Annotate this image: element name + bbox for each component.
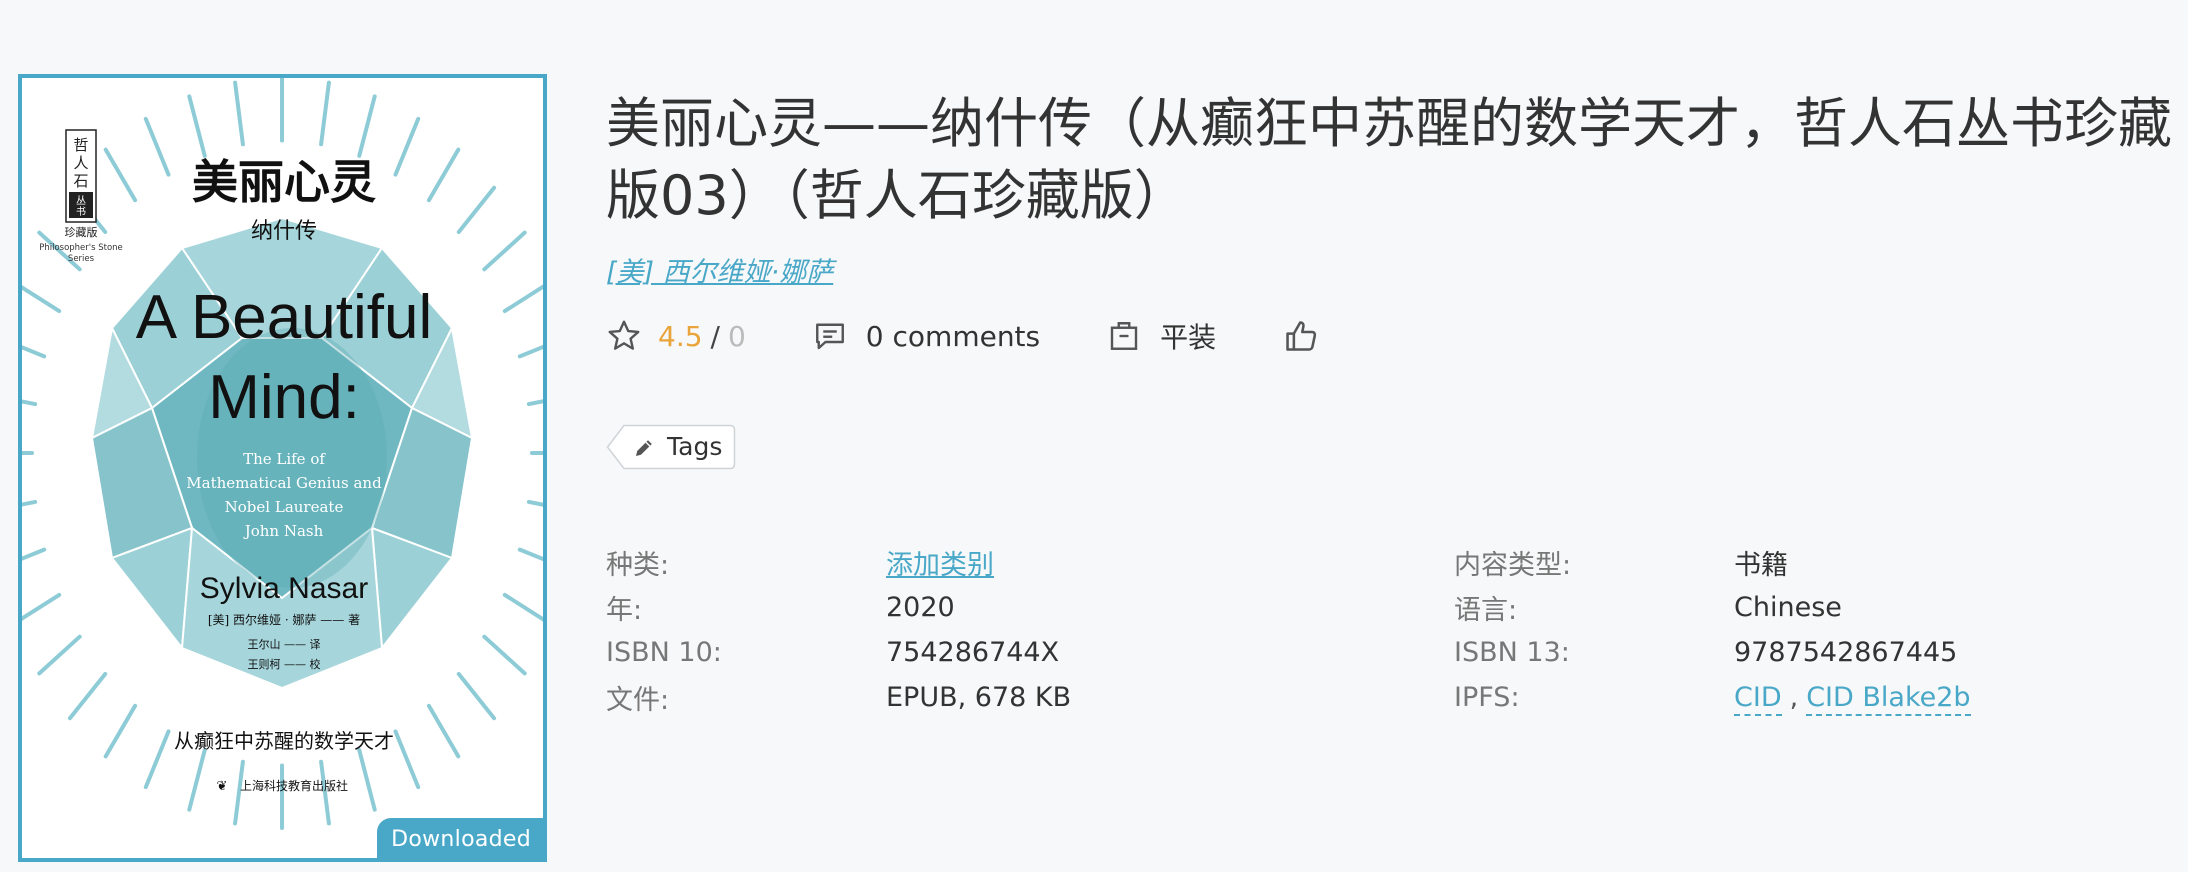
ipfs-cid-link[interactable]: CID <box>1734 682 1782 716</box>
svg-text:人: 人 <box>73 154 88 172</box>
svg-text:王尔山 —— 译: 王尔山 —— 译 <box>248 638 321 651</box>
meta-row-year: 年: 2020 <box>606 585 1071 630</box>
meta-key: 语言: <box>1454 595 1518 626</box>
cover-title-cn: 美丽心灵 <box>192 155 376 209</box>
meta-key: ISBN 13: <box>1454 637 1570 668</box>
meta-key: 文件: <box>606 685 670 716</box>
svg-text:The Life of: The Life of <box>243 450 326 468</box>
cover-title-en-2: Mind: <box>208 363 360 432</box>
meta-key: IPFS: <box>1454 682 1520 713</box>
book-detail-page: 哲 人 石 丛 书 珍藏版 Philosopher's Stone Series… <box>0 0 2188 872</box>
binding-label: 平装 <box>1160 321 1217 354</box>
svg-text:珍藏版: 珍藏版 <box>65 225 98 239</box>
comments-label: 0 comments <box>865 319 1041 353</box>
downloaded-badge: Downloaded <box>377 818 543 858</box>
book-title: 美丽心灵——纳什传（从癫狂中苏醒的数学天才，哲人石丛书珍藏版03）（哲人石珍藏版… <box>606 92 2172 227</box>
svg-text:Mathematical Genius and: Mathematical Genius and <box>186 474 382 492</box>
meta-value-file: EPUB, 678 KB <box>886 682 1072 713</box>
star-icon <box>608 320 640 350</box>
meta-key: 内容类型: <box>1454 550 1572 581</box>
rating-max: 0 <box>727 319 746 353</box>
book-stats: 4.5 / 0 0 comments 平装 <box>606 314 1320 358</box>
meta-value-ipfs: CID, CID Blake2b <box>1734 682 1971 716</box>
book-binding-icon <box>1110 322 1138 350</box>
cover-author-en: Sylvia Nasar <box>200 572 368 605</box>
meta-value-isbn10: 754286744X <box>886 637 1060 668</box>
svg-text:Nobel Laureate: Nobel Laureate <box>225 498 344 516</box>
meta-row-file: 文件: EPUB, 678 KB <box>606 675 1071 720</box>
svg-text:Philosopher's Stone: Philosopher's Stone <box>39 243 123 253</box>
meta-key: 种类: <box>606 550 670 581</box>
svg-text:哲: 哲 <box>73 136 88 154</box>
meta-key: 年: <box>606 595 643 626</box>
meta-row-category: 种类: 添加类别 <box>606 540 1071 585</box>
meta-value-language: Chinese <box>1734 592 1842 623</box>
meta-value-year: 2020 <box>886 592 955 623</box>
add-category-link[interactable]: 添加类别 <box>886 543 994 582</box>
meta-row-ipfs: IPFS: CID, CID Blake2b <box>1454 675 1971 720</box>
book-author-link[interactable]: [美] 西尔维娅·娜萨 <box>606 250 833 289</box>
meta-value-isbn13: 9787542867445 <box>1734 637 1958 668</box>
meta-row-isbn10: ISBN 10: 754286744X <box>606 630 1071 675</box>
cover-subtitle-cn: 纳什传 <box>251 219 317 244</box>
svg-text:丛: 丛 <box>76 195 86 207</box>
svg-text:❦: ❦ <box>217 779 228 794</box>
meta-row-isbn13: ISBN 13: 9787542867445 <box>1454 630 1971 675</box>
svg-text:王则柯 —— 校: 王则柯 —— 校 <box>248 657 321 671</box>
svg-text:Series: Series <box>68 254 95 264</box>
book-metadata-left: 种类: 添加类别 年: 2020 ISBN 10: 754286744X 文件:… <box>606 540 1071 720</box>
svg-text:[美] 西尔维娅 · 娜萨 —— 著: [美] 西尔维娅 · 娜萨 —— 著 <box>208 612 360 627</box>
pencil-icon <box>636 440 652 456</box>
svg-text:石: 石 <box>73 172 88 190</box>
svg-text:John Nash: John Nash <box>243 522 324 540</box>
cover-tagline: 从癫狂中苏醒的数学天才 <box>174 729 394 753</box>
meta-key: ISBN 10: <box>606 637 722 668</box>
meta-row-content-type: 内容类型: 书籍 <box>1454 540 1971 585</box>
svg-text:书: 书 <box>76 206 86 218</box>
ipfs-cid-blake2b-link[interactable]: CID Blake2b <box>1806 682 1971 716</box>
like-button[interactable] <box>1282 317 1320 355</box>
binding-info: 平装 <box>1106 316 1216 356</box>
meta-row-language: 语言: Chinese <box>1454 585 1971 630</box>
tags-label: Tags <box>667 432 723 461</box>
cover-artwork: 哲 人 石 丛 书 珍藏版 Philosopher's Stone Series… <box>22 78 543 858</box>
rating[interactable]: 4.5 / 0 <box>606 318 746 354</box>
meta-value-content-type: 书籍 <box>1734 550 1788 581</box>
thumbs-up-icon <box>1286 321 1317 351</box>
cover-title-en-1: A Beautiful <box>136 283 432 352</box>
book-cover[interactable]: 哲 人 石 丛 书 珍藏版 Philosopher's Stone Series… <box>18 74 547 862</box>
book-metadata-right: 内容类型: 书籍 语言: Chinese ISBN 13: 9787542867… <box>1454 540 1971 720</box>
rating-value: 4.5 <box>658 319 703 353</box>
cover-publisher: 上海科技教育出版社 <box>240 778 348 793</box>
rating-separator: / <box>710 319 720 353</box>
tags-button[interactable]: Tags <box>606 424 736 470</box>
comment-icon <box>815 323 844 350</box>
ipfs-separator: , <box>1789 682 1799 713</box>
comments-link[interactable]: 0 comments <box>812 318 1040 354</box>
